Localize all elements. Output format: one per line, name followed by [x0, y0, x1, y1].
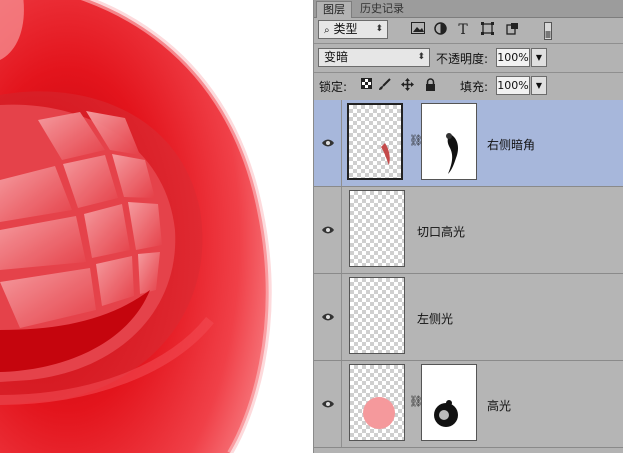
layer-thumbnail[interactable]: [349, 190, 405, 267]
layer-row-cut-highlight[interactable]: 切口高光: [314, 187, 623, 274]
layer-name[interactable]: 高光: [487, 397, 511, 414]
layer-thumbnail[interactable]: [347, 103, 403, 180]
shape-filter-icon[interactable]: [479, 22, 495, 38]
layer-name[interactable]: 切口高光: [417, 223, 465, 240]
layer-name[interactable]: 左侧光: [417, 310, 453, 327]
opacity-label: 不透明度:: [436, 52, 489, 66]
document-canvas[interactable]: [0, 0, 313, 453]
lock-brush-icon[interactable]: [376, 78, 392, 94]
blend-mode-value: 变暗: [324, 50, 349, 64]
fill-dropdown-button[interactable]: ▼: [531, 76, 547, 95]
adjustment-filter-icon[interactable]: [432, 22, 448, 38]
fill-input[interactable]: 100%: [496, 76, 530, 95]
eye-icon: [322, 400, 334, 408]
link-chain-icon[interactable]: ⛓: [409, 134, 423, 147]
type-filter-icon[interactable]: T: [455, 22, 471, 38]
layer-list: ⛓ 右侧暗角 切口高光 左侧光 ⛓ 高光: [314, 100, 623, 453]
tab-history[interactable]: 历史记录: [354, 1, 410, 17]
search-icon: ⌕: [324, 25, 330, 36]
lock-transparent-icon[interactable]: [358, 78, 374, 94]
lock-label: 锁定:: [319, 80, 348, 94]
lock-all-icon[interactable]: [422, 78, 438, 94]
layer-row-right-vignette[interactable]: ⛓ 右侧暗角: [314, 100, 623, 187]
filter-toggle-icon[interactable]: [540, 22, 556, 40]
layer-name[interactable]: 右侧暗角: [487, 136, 535, 153]
lock-move-icon[interactable]: [399, 78, 415, 94]
panel-tab-bar: 图层 历史记录: [314, 0, 623, 18]
link-chain-icon[interactable]: ⛓: [409, 395, 423, 408]
layer-row-highlight[interactable]: ⛓ 高光: [314, 361, 623, 448]
updown-arrow-icon: ⬍: [375, 24, 383, 34]
layers-panel: 图层 历史记录 ⌕ 类型 ⬍ T 变暗 ⬍ 不透明度: 100% ▼ 锁定: 填…: [313, 0, 623, 453]
opacity-input[interactable]: 100%: [496, 48, 530, 67]
fill-label: 填充:: [460, 80, 489, 94]
layer-filter-select[interactable]: ⌕ 类型 ⬍: [318, 20, 388, 39]
smart-object-filter-icon[interactable]: [504, 22, 520, 38]
visibility-toggle[interactable]: [314, 100, 342, 186]
red-sphere-artwork: [0, 0, 313, 453]
layer-filter-value: 类型: [333, 22, 358, 36]
visibility-toggle[interactable]: [314, 187, 342, 273]
opacity-dropdown-button[interactable]: ▼: [531, 48, 547, 67]
image-filter-icon[interactable]: [410, 22, 426, 38]
eye-icon: [322, 139, 334, 147]
eye-icon: [322, 313, 334, 321]
visibility-toggle[interactable]: [314, 274, 342, 360]
visibility-toggle[interactable]: [314, 361, 342, 447]
blend-mode-select[interactable]: 变暗 ⬍: [318, 48, 430, 67]
layer-mask-thumbnail[interactable]: [421, 103, 477, 180]
layer-row-left-light[interactable]: 左侧光: [314, 274, 623, 361]
updown-arrow-icon: ⬍: [417, 52, 425, 62]
layer-thumbnail[interactable]: [349, 277, 405, 354]
divider: [314, 43, 623, 44]
eye-icon: [322, 226, 334, 234]
layer-mask-thumbnail[interactable]: [421, 364, 477, 441]
tab-layers[interactable]: 图层: [316, 1, 352, 18]
layer-thumbnail[interactable]: [349, 364, 405, 441]
divider: [314, 72, 623, 73]
